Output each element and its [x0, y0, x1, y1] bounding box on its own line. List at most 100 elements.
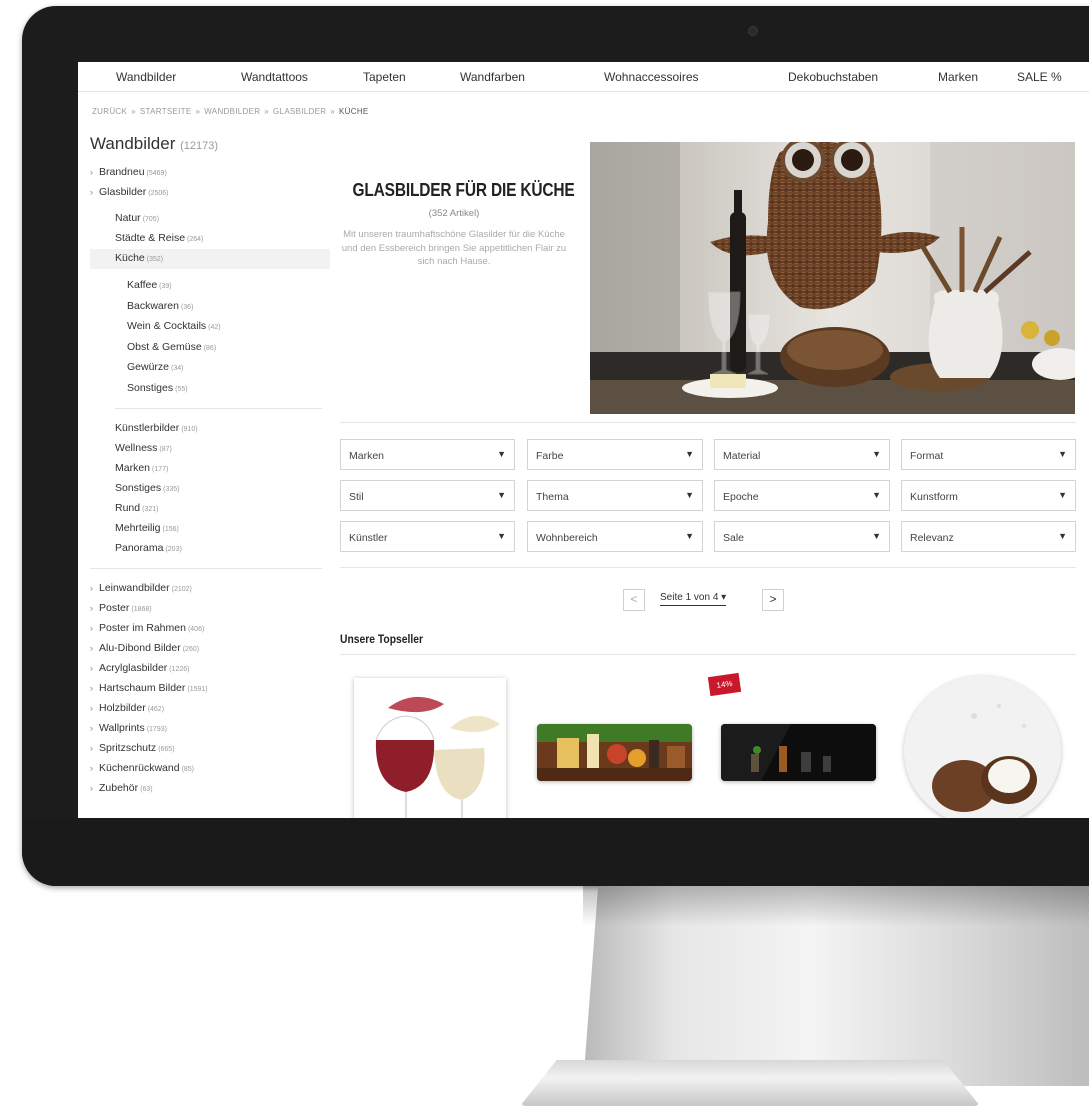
divider: [340, 567, 1076, 568]
sidebar-item-obst-gemuese[interactable]: Obst & Gemüse (86): [90, 338, 330, 359]
category-sidebar: Wandbilder (12173) › Brandneu (5469) › Glas…: [90, 134, 330, 799]
sidebar-item-mehrteilig[interactable]: Mehrteilig (156): [90, 519, 330, 539]
category-header: GLASBILDER FÜR DIE KÜCHE (352 Artikel) M…: [336, 180, 575, 269]
filter-kunstform[interactable]: Kunstform ▼: [901, 480, 1076, 511]
filter-kuenstler[interactable]: Künstler ▼: [340, 521, 515, 552]
sidebar-item-natur[interactable]: Natur (705): [90, 209, 330, 229]
chevron-right-icon: ›: [90, 623, 93, 633]
sidebar-item-panorama[interactable]: Panorama (203): [90, 539, 330, 559]
sidebar-item-poster[interactable]: › Poster (1868): [90, 599, 330, 619]
nav-item-wandfarben[interactable]: Wandfarben: [460, 70, 525, 84]
product-card-spices-black[interactable]: [721, 724, 876, 781]
nav-item-tapeten[interactable]: Tapeten: [363, 70, 406, 84]
chevron-right-icon: ›: [90, 763, 93, 773]
sidebar-item-rund[interactable]: Rund (321): [90, 499, 330, 519]
sidebar-item-brandneu[interactable]: › Brandneu (5469): [90, 163, 330, 183]
chevron-right-icon: ›: [90, 583, 93, 593]
topseller-heading: Unsere Topseller: [340, 632, 423, 646]
sidebar-item-sonstiges-kueche[interactable]: Sonstiges (55): [90, 379, 330, 400]
article-count: (352 Artikel): [428, 208, 480, 219]
filter-format[interactable]: Format ▼: [901, 439, 1076, 470]
sidebar-item-zubehoer[interactable]: › Zubehör (63): [90, 779, 330, 799]
chevron-right-icon: ›: [90, 783, 93, 793]
caret-down-icon: ▼: [685, 449, 694, 459]
prev-page-button[interactable]: <: [623, 589, 645, 611]
filter-marken[interactable]: Marken ▼: [340, 439, 515, 470]
sidebar-item-hartschaum[interactable]: › Hartschaum Bilder (1591): [90, 679, 330, 699]
sidebar-item-poster-im-rahmen[interactable]: › Poster im Rahmen (406): [90, 619, 330, 639]
sidebar-item-spritzschutz[interactable]: › Spritzschutz (665): [90, 739, 330, 759]
page-select[interactable]: Seite 1 von 4 ▾: [660, 592, 727, 606]
chevron-right-icon: ›: [90, 683, 93, 693]
product-card-kitchen-panorama[interactable]: [537, 724, 692, 781]
divider: [340, 654, 1076, 655]
sidebar-item-sonstiges[interactable]: Sonstiges (335): [90, 479, 330, 499]
divider: [115, 408, 322, 409]
stand-shadow: [583, 886, 1089, 926]
sidebar-item-wein-cocktails[interactable]: Wein & Cocktails (42): [90, 317, 330, 338]
caret-down-icon: ▼: [872, 531, 881, 541]
nav-item-sale[interactable]: SALE %: [1017, 70, 1062, 84]
breadcrumb-startseite[interactable]: STARTSEITE: [140, 107, 192, 116]
sidebar-item-kuechenrueckwand[interactable]: › Küchenrückwand (85): [90, 759, 330, 779]
filter-material[interactable]: Material ▼: [714, 439, 890, 470]
breadcrumb: ZURÜCK» STARTSEITE» WANDBILDER» GLASBILDER»…: [92, 107, 369, 116]
caret-down-icon: ▼: [872, 490, 881, 500]
category-description: Mit unseren traumhaftschöne Glasilder fü…: [341, 229, 567, 267]
nav-item-marken[interactable]: Marken: [938, 70, 978, 84]
sidebar-item-glasbilder[interactable]: › Glasbilder (2506): [90, 183, 330, 203]
sidebar-item-holzbilder[interactable]: › Holzbilder (462): [90, 699, 330, 719]
caret-down-icon: ▼: [1058, 490, 1067, 500]
sidebar-item-gewuerze[interactable]: Gewürze (34): [90, 358, 330, 379]
sidebar-title: Wandbilder (12173): [90, 134, 219, 153]
caret-down-icon: ▼: [872, 449, 881, 459]
sidebar-item-acrylglasbilder[interactable]: › Acrylglasbilder (1226): [90, 659, 330, 679]
filter-sortierung[interactable]: Relevanz ▼: [901, 521, 1076, 552]
product-card-coconut-round[interactable]: [904, 676, 1061, 818]
nav-item-wandbilder[interactable]: Wandbilder: [116, 70, 176, 84]
sidebar-item-leinwandbilder[interactable]: › Leinwandbilder (2102): [90, 579, 330, 599]
chevron-down-icon: ›: [90, 187, 93, 197]
monitor-chin: [22, 818, 1089, 886]
chevron-right-icon: ›: [90, 703, 93, 713]
sidebar-item-wellness[interactable]: Wellness (87): [90, 439, 330, 459]
sidebar-item-kaffee[interactable]: Kaffee (39): [90, 276, 330, 297]
breadcrumb-wandbilder[interactable]: WANDBILDER: [204, 107, 260, 116]
breadcrumb-back[interactable]: ZURÜCK: [92, 107, 127, 116]
sidebar-item-alu-dibond[interactable]: › Alu-Dibond Bilder (260): [90, 639, 330, 659]
filter-epoche[interactable]: Epoche ▼: [714, 480, 890, 511]
filter-thema[interactable]: Thema ▼: [527, 480, 703, 511]
sidebar-item-kueche[interactable]: Küche (352): [90, 249, 330, 269]
main-navigation: Wandbilder Wandtattoos Tapeten Wandfarbe…: [78, 62, 1089, 92]
screen: Wandbilder Wandtattoos Tapeten Wandfarbe…: [78, 62, 1089, 818]
product-card-wine[interactable]: [354, 678, 506, 818]
page-title: GLASBILDER FÜR DIE KÜCHE: [352, 180, 575, 200]
chevron-right-icon: ›: [90, 603, 93, 613]
chevron-right-icon: ›: [90, 643, 93, 653]
filter-wohnbereich[interactable]: Wohnbereich ▼: [527, 521, 703, 552]
filter-sale[interactable]: Sale ▼: [714, 521, 890, 552]
caret-down-icon: ▼: [685, 490, 694, 500]
filter-farbe[interactable]: Farbe ▼: [527, 439, 703, 470]
nav-item-wandtattoos[interactable]: Wandtattoos: [241, 70, 308, 84]
sidebar-item-marken[interactable]: Marken (177): [90, 459, 330, 479]
chevron-right-icon: ›: [90, 723, 93, 733]
next-page-button[interactable]: >: [762, 589, 784, 611]
filter-stil[interactable]: Stil ▼: [340, 480, 515, 511]
divider: [90, 568, 322, 569]
sidebar-item-backwaren[interactable]: Backwaren (36): [90, 297, 330, 318]
caret-down-icon: ▼: [1058, 449, 1067, 459]
sidebar-item-staedte-reise[interactable]: Städte & Reise (264): [90, 229, 330, 249]
sidebar-item-wallprints[interactable]: › Wallprints (1793): [90, 719, 330, 739]
divider: [340, 422, 1076, 423]
caret-down-icon: ▼: [497, 449, 506, 459]
sidebar-item-kuenstlerbilder[interactable]: Künstlerbilder (910): [90, 419, 330, 439]
discount-badge: 14%: [707, 672, 742, 697]
chevron-right-icon: ›: [90, 743, 93, 753]
desktop-mockup: Wandbilder Wandtattoos Tapeten Wandfarbe…: [0, 0, 1089, 1111]
nav-item-wohnaccessoires[interactable]: Wohnaccessoires: [604, 70, 699, 84]
caret-down-icon: ▾: [721, 592, 727, 603]
breadcrumb-glasbilder[interactable]: GLASBILDER: [273, 107, 326, 116]
caret-down-icon: ▼: [497, 490, 506, 500]
nav-item-dekobuchstaben[interactable]: Dekobuchstaben: [788, 70, 878, 84]
